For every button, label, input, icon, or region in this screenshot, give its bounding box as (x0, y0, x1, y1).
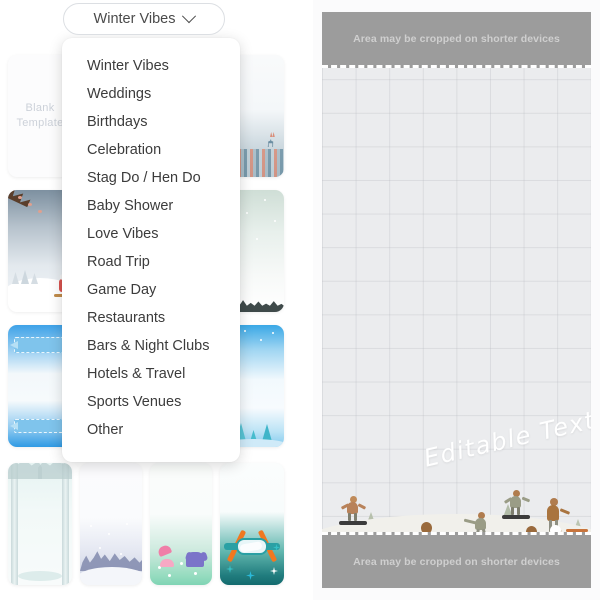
thumbnail-art (220, 463, 284, 585)
template-picker-screen: Blank Template Editable Text! Area may b… (0, 0, 600, 600)
dropdown-option[interactable]: Sports Venues (62, 388, 240, 416)
preview-canvas[interactable]: Editable Text! Area may be cropped on sh… (322, 12, 591, 588)
thumbnail-art (150, 463, 212, 585)
crop-warning-top: Area may be cropped on shorter devices (322, 12, 591, 68)
dropdown-option[interactable]: Other (62, 416, 240, 444)
template-thumbnail-ski-goggles[interactable] (220, 463, 284, 585)
dropdown-option[interactable]: Birthdays (62, 108, 240, 136)
dropdown-option[interactable]: Baby Shower (62, 192, 240, 220)
category-dropdown-selected-label: Winter Vibes (93, 11, 176, 27)
chevron-down-icon (182, 9, 197, 24)
preview-panel: Editable Text! Area may be cropped on sh… (313, 0, 600, 600)
crop-warning-bottom: Area may be cropped on shorter devices (322, 532, 591, 588)
dropdown-option[interactable]: Road Trip (62, 248, 240, 276)
thumbnail-art (80, 463, 142, 585)
category-dropdown-button[interactable]: Winter Vibes (63, 3, 225, 35)
snowboarder-figure (339, 496, 367, 525)
template-thumbnail-mittens-and-hat[interactable] (150, 463, 212, 585)
dropdown-option[interactable]: Love Vibes (62, 220, 240, 248)
dropdown-option[interactable]: Winter Vibes (62, 52, 240, 80)
dropdown-option[interactable]: Celebration (62, 136, 240, 164)
template-thumbnail-snow-village[interactable] (80, 463, 142, 585)
dropdown-option[interactable]: Game Day (62, 276, 240, 304)
template-thumbnail-frosted-arch[interactable] (8, 463, 72, 585)
thumbnail-art (8, 463, 72, 585)
dropdown-option[interactable]: Bars & Night Clubs (62, 332, 240, 360)
dropdown-option[interactable]: Hotels & Travel (62, 360, 240, 388)
dropdown-option[interactable]: Weddings (62, 80, 240, 108)
snowboarder-figure (502, 490, 531, 519)
dropdown-option[interactable]: Stag Do / Hen Do (62, 164, 240, 192)
category-dropdown-menu[interactable]: Winter Vibes Weddings Birthdays Celebration… (62, 38, 240, 462)
dropdown-option[interactable]: Restaurants (62, 304, 240, 332)
